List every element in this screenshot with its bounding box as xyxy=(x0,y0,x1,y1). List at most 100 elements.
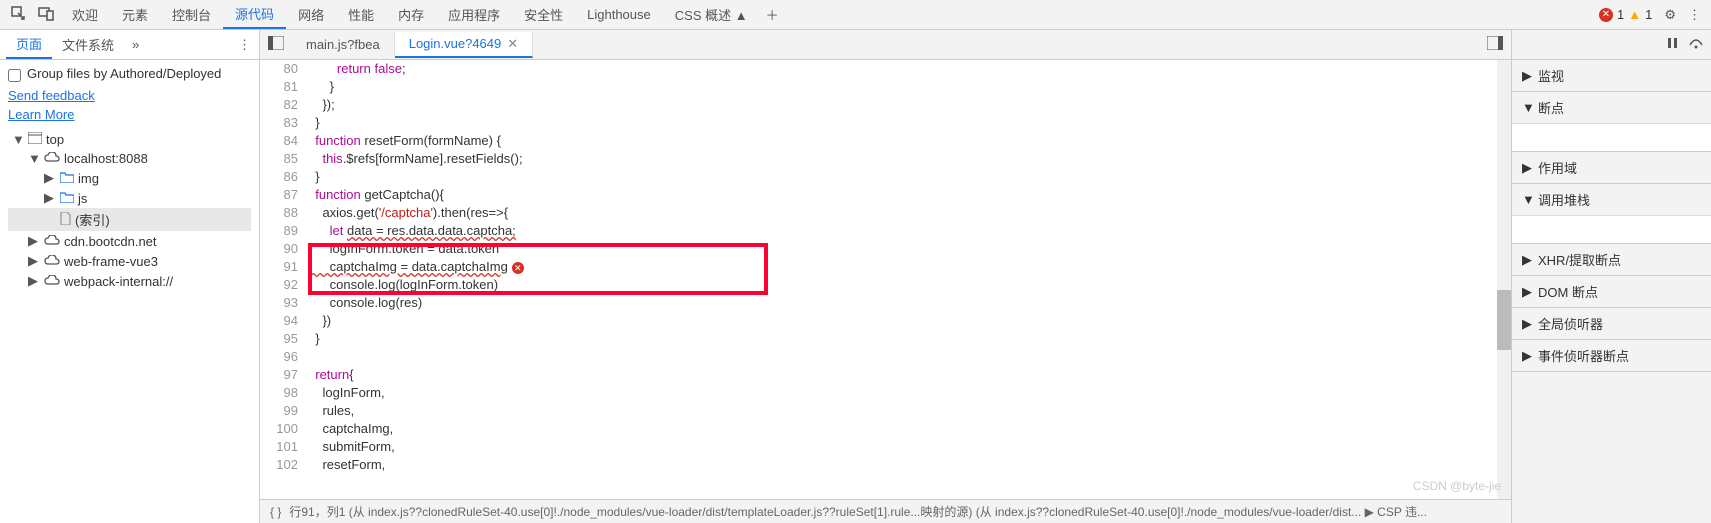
code-text[interactable]: return{ xyxy=(308,366,1511,384)
tree-arrow-icon[interactable]: ▶ xyxy=(28,253,40,269)
code-text[interactable]: console.log(res) xyxy=(308,294,1511,312)
line-number[interactable]: 91 xyxy=(260,258,308,276)
tab-memory[interactable]: 内存 xyxy=(386,1,436,28)
tab-performance[interactable]: 性能 xyxy=(336,1,386,28)
code-text[interactable]: let data = res.data.data.captcha; xyxy=(308,222,1511,240)
line-number[interactable]: 101 xyxy=(260,438,308,456)
section-header[interactable]: ▼调用堆栈 xyxy=(1512,184,1711,215)
tab-security[interactable]: 安全性 xyxy=(512,1,575,28)
code-line[interactable]: 101 submitForm, xyxy=(260,438,1511,456)
code-line[interactable]: 99 rules, xyxy=(260,402,1511,420)
code-text[interactable]: logInForm.token = data.token xyxy=(308,240,1511,258)
section-header[interactable]: ▶XHR/提取断点 xyxy=(1512,244,1711,275)
code-text[interactable]: logInForm, xyxy=(308,384,1511,402)
code-text[interactable]: function resetForm(formName) { xyxy=(308,132,1511,150)
add-tab-icon[interactable]: ＋ xyxy=(760,1,785,28)
tab-css-overview[interactable]: CSS 概述 ▲ xyxy=(663,1,760,28)
scrollbar-thumb[interactable] xyxy=(1497,290,1511,350)
line-number[interactable]: 94 xyxy=(260,312,308,330)
sidebar-tab-filesystem[interactable]: 文件系统 xyxy=(52,31,124,58)
error-warning-badge[interactable]: ✕ 1 ▲ 1 xyxy=(1593,7,1658,22)
brackets-icon[interactable]: { } xyxy=(270,505,281,519)
section-header[interactable]: ▶监视 xyxy=(1512,60,1711,91)
toggle-navigator-icon[interactable] xyxy=(260,32,292,57)
tab-application[interactable]: 应用程序 xyxy=(436,1,512,28)
learn-more-link[interactable]: Learn More xyxy=(8,107,251,122)
code-editor[interactable]: 80 return false;81 }82 });83 }84 functio… xyxy=(260,60,1511,499)
code-line[interactable]: 80 return false; xyxy=(260,60,1511,78)
tab-welcome[interactable]: 欢迎 xyxy=(60,1,110,28)
code-text[interactable]: return false; xyxy=(308,60,1511,78)
code-text[interactable]: } xyxy=(308,114,1511,132)
toggle-debugger-icon[interactable] xyxy=(1479,32,1511,57)
line-number[interactable]: 100 xyxy=(260,420,308,438)
code-text[interactable]: }) xyxy=(308,312,1511,330)
code-line[interactable]: 88 axios.get('/captcha').then(res=>{ xyxy=(260,204,1511,222)
more-menu-icon[interactable]: ⋮ xyxy=(1682,7,1707,23)
code-text[interactable]: }); xyxy=(308,96,1511,114)
code-text[interactable]: axios.get('/captcha').then(res=>{ xyxy=(308,204,1511,222)
tab-lighthouse[interactable]: Lighthouse xyxy=(575,3,663,26)
code-text[interactable]: } xyxy=(308,168,1511,186)
tree-item[interactable]: ▶webpack-internal:// xyxy=(8,271,251,291)
code-line[interactable]: 84 function resetForm(formName) { xyxy=(260,132,1511,150)
code-text[interactable]: } xyxy=(308,330,1511,348)
editor-tab-main-js[interactable]: main.js?fbea xyxy=(292,33,395,56)
line-number[interactable]: 80 xyxy=(260,60,308,78)
line-number[interactable]: 95 xyxy=(260,330,308,348)
pause-icon[interactable] xyxy=(1667,37,1679,52)
tab-sources[interactable]: 源代码 xyxy=(223,0,286,29)
code-text[interactable]: } xyxy=(308,78,1511,96)
tree-arrow-icon[interactable]: ▼ xyxy=(28,151,40,166)
inspect-icon[interactable] xyxy=(4,1,32,28)
section-header[interactable]: ▼断点 xyxy=(1512,92,1711,123)
tab-elements[interactable]: 元素 xyxy=(110,1,160,28)
tree-arrow-icon[interactable]: ▶ xyxy=(28,273,40,289)
code-line[interactable]: 87 function getCaptcha(){ xyxy=(260,186,1511,204)
section-header[interactable]: ▶事件侦听器断点 xyxy=(1512,340,1711,371)
code-line[interactable]: 96 xyxy=(260,348,1511,366)
line-number[interactable]: 85 xyxy=(260,150,308,168)
code-line[interactable]: 89 let data = res.data.data.captcha; xyxy=(260,222,1511,240)
line-number[interactable]: 97 xyxy=(260,366,308,384)
tab-console[interactable]: 控制台 xyxy=(160,1,223,28)
code-line[interactable]: 98 logInForm, xyxy=(260,384,1511,402)
sidebar-menu-icon[interactable]: ⋮ xyxy=(230,33,259,57)
line-number[interactable]: 87 xyxy=(260,186,308,204)
sidebar-more-tabs-icon[interactable]: » xyxy=(124,33,147,56)
line-number[interactable]: 81 xyxy=(260,78,308,96)
code-line[interactable]: 93 console.log(res) xyxy=(260,294,1511,312)
code-text[interactable]: this.$refs[formName].resetFields(); xyxy=(308,150,1511,168)
tree-item[interactable]: ▶js xyxy=(8,188,251,208)
tree-arrow-icon[interactable]: ▼ xyxy=(12,132,24,147)
code-line[interactable]: 81 } xyxy=(260,78,1511,96)
code-line[interactable]: 100 captchaImg, xyxy=(260,420,1511,438)
code-text[interactable] xyxy=(308,348,1511,366)
line-number[interactable]: 96 xyxy=(260,348,308,366)
code-text[interactable]: console.log(logInForm.token) xyxy=(308,276,1511,294)
step-over-icon[interactable] xyxy=(1689,37,1703,52)
code-line[interactable]: 90 logInForm.token = data.token xyxy=(260,240,1511,258)
line-number[interactable]: 82 xyxy=(260,96,308,114)
section-header[interactable]: ▶全局侦听器 xyxy=(1512,308,1711,339)
section-header[interactable]: ▶DOM 断点 xyxy=(1512,276,1711,307)
tree-arrow-icon[interactable]: ▶ xyxy=(28,233,40,249)
device-toggle-icon[interactable] xyxy=(32,1,60,28)
line-number[interactable]: 88 xyxy=(260,204,308,222)
code-line[interactable]: 92 console.log(logInForm.token) xyxy=(260,276,1511,294)
tree-item[interactable]: ▼localhost:8088 xyxy=(8,149,251,168)
code-text[interactable]: submitForm, xyxy=(308,438,1511,456)
code-line[interactable]: 82 }); xyxy=(260,96,1511,114)
sidebar-tab-page[interactable]: 页面 xyxy=(6,30,52,59)
section-header[interactable]: ▶作用域 xyxy=(1512,152,1711,183)
send-feedback-link[interactable]: Send feedback xyxy=(8,88,251,103)
line-number[interactable]: 89 xyxy=(260,222,308,240)
code-line[interactable]: 83 } xyxy=(260,114,1511,132)
error-inline-icon[interactable]: ✕ xyxy=(512,262,524,274)
tree-item[interactable]: ▼top xyxy=(8,130,251,149)
tree-item[interactable]: (索引) xyxy=(8,208,251,231)
code-text[interactable]: rules, xyxy=(308,402,1511,420)
editor-tab-login-vue[interactable]: Login.vue?4649 ✕ xyxy=(395,32,533,58)
code-line[interactable]: 97 return{ xyxy=(260,366,1511,384)
code-line[interactable]: 86 } xyxy=(260,168,1511,186)
